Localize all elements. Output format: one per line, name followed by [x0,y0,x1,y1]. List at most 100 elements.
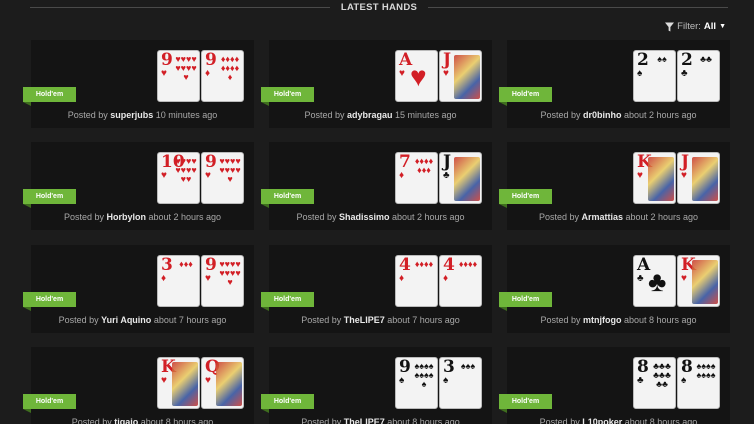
playing-card: 7 ♦ ♦♦♦♦♦♦♦ [395,152,438,204]
posted-info: Posted by mtnjfogo about 8 hours ago [507,315,730,325]
hole-cards: 8 ♣ ♣♣♣♣♣♣♣♣ 8 ♠ ♠♠♠♠♠♠♠♠ [633,357,721,409]
poster-username[interactable]: mtnjfogo [583,315,622,325]
poster-username[interactable]: Shadissimo [339,212,390,222]
posted-info: Posted by tigaio about 8 hours ago [31,417,254,424]
posted-prefix: Posted by [540,315,583,325]
game-type-badge: Hold'em [261,189,314,208]
card-center-suit-icon: ♣ [648,266,667,297]
filter-dropdown[interactable]: Filter: All ▼ [665,21,726,32]
posted-prefix: Posted by [539,417,583,424]
hand-card[interactable]: 7 ♦ ♦♦♦♦♦♦♦ J ♣ Hold'em Posted by Shadissimo a… [261,142,492,230]
posted-info: Posted by TheLIPE7 about 7 hours ago [269,315,492,325]
hand-card[interactable]: A ♥ ♥ J ♥ Hold'em Posted by adybragau 15 minut… [261,40,492,128]
playing-card: 9 ♦ ♦♦♦♦♦♦♦♦♦ [201,50,244,102]
poster-username[interactable]: dr0binho [583,110,622,120]
game-type-badge: Hold'em [23,292,76,311]
hole-cards: K ♥ J ♥ [633,152,721,204]
face-card-portrait [454,157,480,201]
posted-prefix: Posted by [540,110,583,120]
poster-username[interactable]: TheLIPE7 [344,417,385,424]
hand-card[interactable]: K ♥ Q ♥ Hold'em Posted by tigaio about 8 hour… [23,347,254,424]
hand-card[interactable]: 10 ♥ ♥♥♥♥♥♥♥♥♥♥ 9 ♥ ♥♥♥♥♥♥♥♥♥ Hold'em Posted by… [23,142,254,230]
card-suit-icon: ♣ [637,375,644,386]
playing-card: 2 ♣ ♣♣ [677,50,720,102]
poster-username[interactable]: tigaio [114,417,138,424]
hole-cards: A ♣ ♣ K ♥ [633,255,721,307]
card-pips: ♠♠♠♠♠♠♠♠ [696,361,716,380]
face-card-portrait [692,157,718,201]
playing-card: A ♣ ♣ [633,255,676,307]
card-suit-icon: ♦ [161,273,167,284]
hand-card[interactable]: 2 ♠ ♠♠ 2 ♣ ♣♣ Hold'em Posted by dr0binho about … [499,40,730,128]
card-rank: 9 [205,255,217,275]
hole-cards: 9 ♥ ♥♥♥♥♥♥♥♥♥ 9 ♦ ♦♦♦♦♦♦♦♦♦ [157,50,245,102]
section-header: LATEST HANDS [30,0,728,16]
game-type-badge: Hold'em [499,394,552,413]
card-suit-icon: ♦ [443,273,449,284]
posted-prefix: Posted by [63,212,107,222]
card-pips: ♥♥♥♥♥♥♥♥♥ [219,156,241,184]
card-suit-icon: ♥ [161,375,167,386]
card-suit-icon: ♠ [637,68,643,79]
card-pips: ♦♦♦♦♦♦♦ [414,156,434,175]
hand-card[interactable]: 4 ♦ ♦♦♦♦ 4 ♦ ♦♦♦♦ Hold'em Posted by TheLIPE7 ab… [261,245,492,333]
playing-card: 9 ♥ ♥♥♥♥♥♥♥♥♥ [201,255,244,307]
card-rank: 4 [443,255,455,275]
poster-username[interactable]: adybragau [347,110,393,120]
poster-username[interactable]: Armattias [581,212,623,222]
hole-cards: 10 ♥ ♥♥♥♥♥♥♥♥♥♥ 9 ♥ ♥♥♥♥♥♥♥♥♥ [157,152,245,204]
card-suit-icon: ♥ [681,273,687,284]
hand-card[interactable]: A ♣ ♣ K ♥ Hold'em Posted by mtnjfogo about 8 h… [499,245,730,333]
playing-card: 4 ♦ ♦♦♦♦ [395,255,438,307]
posted-info: Posted by superjubs 10 minutes ago [31,110,254,120]
game-type-badge: Hold'em [261,87,314,106]
card-rank: 2 [637,50,649,70]
playing-card: 3 ♠ ♠♠♠ [439,357,482,409]
hole-cards: K ♥ Q ♥ [157,357,245,409]
hand-card[interactable]: 3 ♦ ♦♦♦ 9 ♥ ♥♥♥♥♥♥♥♥♥ Hold'em Posted by Yuri Aq… [23,245,254,333]
posted-prefix: Posted by [301,315,344,325]
hand-card[interactable]: 9 ♠ ♠♠♠♠♠♠♠♠♠ 3 ♠ ♠♠♠ Hold'em Posted by TheLIPE… [261,347,492,424]
card-suit-icon: ♣ [443,170,450,181]
hand-card[interactable]: 8 ♣ ♣♣♣♣♣♣♣♣ 8 ♠ ♠♠♠♠♠♠♠♠ Hold'em Posted by L10… [499,347,730,424]
poster-username[interactable]: superjubs [110,110,153,120]
posted-time: about 2 hours ago [392,212,465,222]
hole-cards: 7 ♦ ♦♦♦♦♦♦♦ J ♣ [395,152,483,204]
playing-card: Q ♥ [201,357,244,409]
game-type-badge: Hold'em [261,394,314,413]
card-pips: ♦♦♦ [179,259,193,269]
poster-username[interactable]: L10poker [582,417,622,424]
section-title: LATEST HANDS [340,2,418,13]
card-center-suit-icon: ♥ [410,61,427,92]
face-card-portrait [692,260,718,304]
card-rank: 9 [161,50,173,70]
hand-card[interactable]: K ♥ J ♥ Hold'em Posted by Armattias about 2 h… [499,142,730,230]
game-type-badge: Hold'em [23,87,76,106]
posted-time: about 2 hours ago [625,212,699,222]
playing-card: J ♥ [677,152,720,204]
card-pips: ♣♣♣♣♣♣♣♣ [653,361,671,389]
card-rank: 2 [681,50,693,70]
poster-username[interactable]: Horbylon [106,212,146,222]
card-pips: ♠♠♠♠♠♠♠♠♠ [414,361,434,389]
card-suit-icon: ♦ [399,273,405,284]
face-card-portrait [648,157,674,201]
card-rank: J [681,152,690,172]
posted-time: about 8 hours ago [387,417,460,424]
card-rank: J [443,152,452,172]
header-divider-right [428,7,728,8]
face-card-portrait [454,55,480,99]
hand-card[interactable]: 9 ♥ ♥♥♥♥♥♥♥♥♥ 9 ♦ ♦♦♦♦♦♦♦♦♦ Hold'em Posted by s… [23,40,254,128]
playing-card: K ♥ [157,357,200,409]
poster-username[interactable]: TheLIPE7 [344,315,385,325]
posted-time: 10 minutes ago [155,110,218,120]
filter-label: Filter: [677,21,701,32]
posted-prefix: Posted by [538,212,582,222]
card-pips: ♥♥♥♥♥♥♥♥♥ [175,54,197,82]
hole-cards: 4 ♦ ♦♦♦♦ 4 ♦ ♦♦♦♦ [395,255,483,307]
card-suit-icon: ♥ [161,68,167,79]
poster-username[interactable]: Yuri Aquino [101,315,151,325]
card-pips: ♦♦♦♦ [458,259,478,269]
card-pips: ♠♠ [657,54,667,64]
card-pips: ♥♥♥♥♥♥♥♥♥♥ [175,156,197,184]
